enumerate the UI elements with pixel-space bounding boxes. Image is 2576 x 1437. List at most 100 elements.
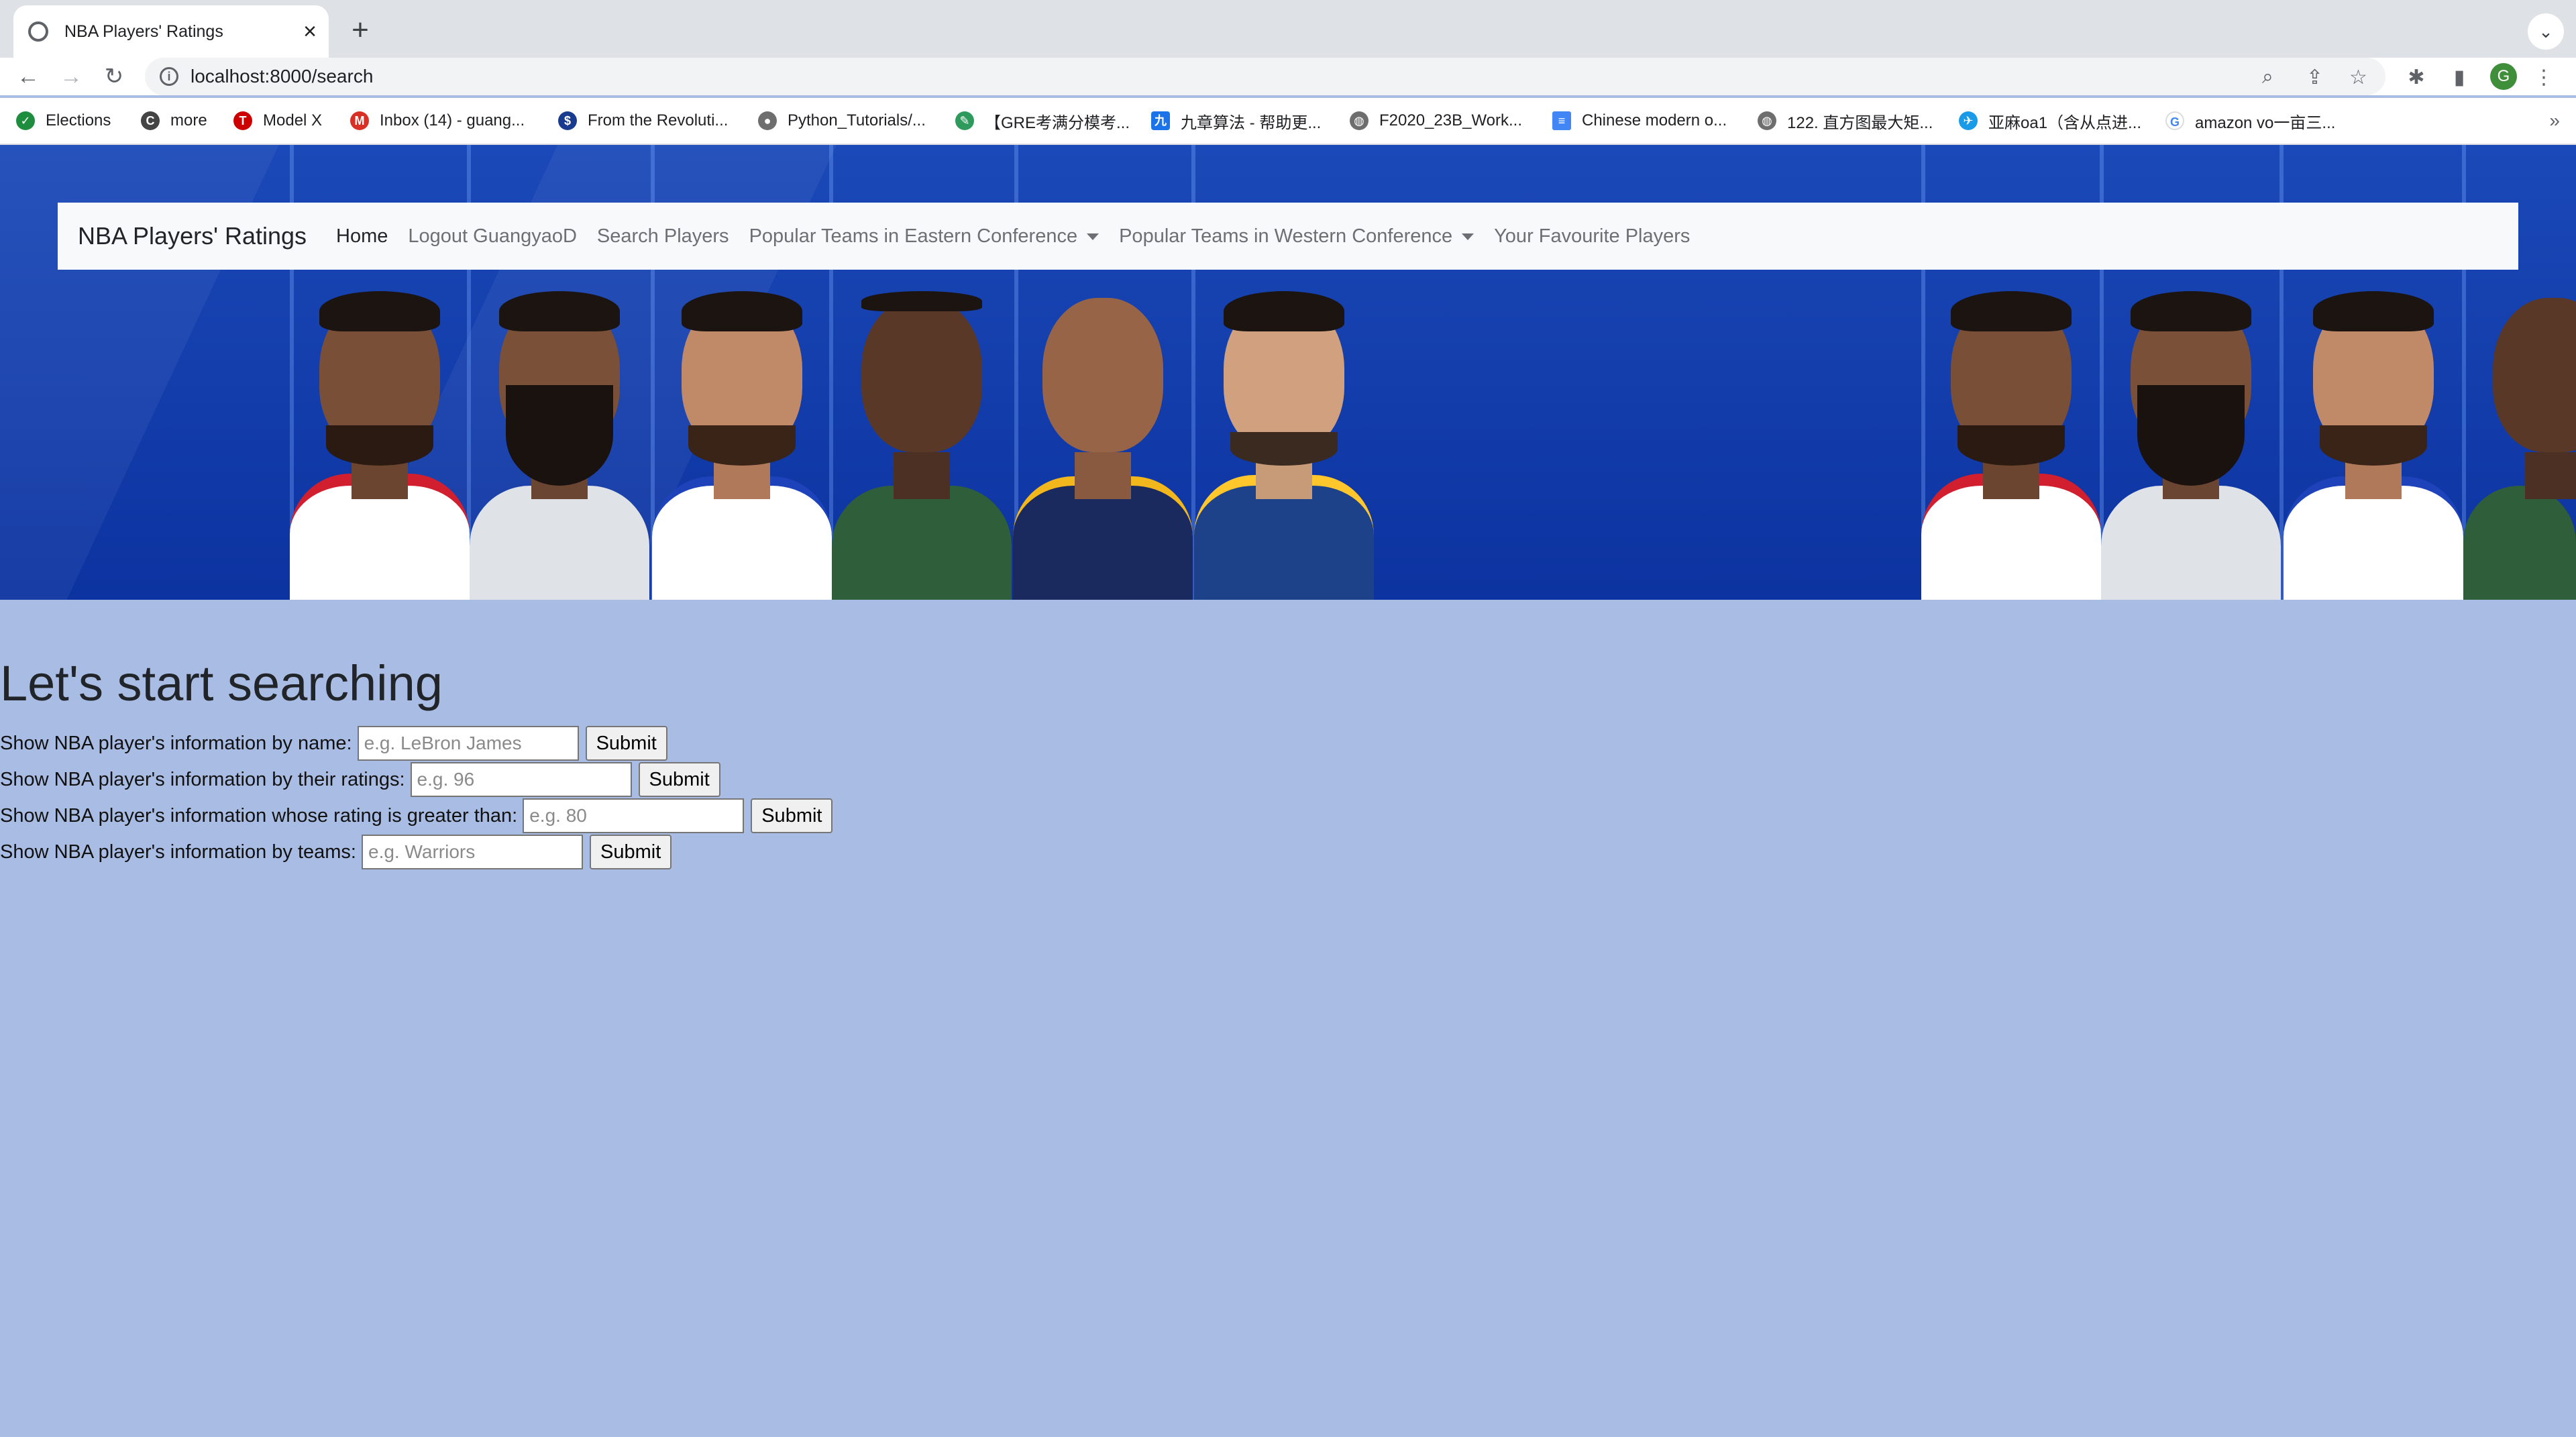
submit-name-button[interactable]: Submit bbox=[585, 726, 667, 761]
site-navbar: NBA Players' Ratings Home Logout Guangya… bbox=[58, 203, 2518, 270]
bookmark-label: 122. 直方图最大矩... bbox=[1787, 113, 1933, 132]
submit-min-rating-button[interactable]: Submit bbox=[751, 798, 833, 833]
bookmark-label: Model X bbox=[263, 111, 323, 129]
new-tab-button[interactable]: + bbox=[342, 12, 378, 48]
search-by-team-label: Show NBA player's information by teams: bbox=[0, 841, 356, 863]
min-rating-input[interactable] bbox=[523, 798, 745, 833]
rating-input[interactable] bbox=[410, 762, 632, 797]
player-portrait bbox=[2101, 271, 2281, 600]
bookmark-item[interactable]: ✓ Elections bbox=[16, 109, 111, 133]
dollar-icon: $ bbox=[558, 111, 577, 130]
player-portrait bbox=[1921, 271, 2101, 600]
player-portrait bbox=[470, 271, 649, 600]
url-text[interactable]: localhost:8000/search bbox=[191, 66, 373, 87]
site-info-icon[interactable]: i bbox=[160, 67, 178, 86]
bookmark-label: 亚麻oa1（含从点进... bbox=[1988, 113, 2142, 132]
bookmark-item[interactable]: ✎ 【GRE考满分模考... bbox=[955, 109, 1130, 133]
bookmarks-bar: ✓ Elections C more T Model X M Inbox (14… bbox=[0, 98, 2576, 145]
forward-icon[interactable]: → bbox=[56, 62, 86, 91]
bookmark-leaf-icon: ✎ bbox=[955, 111, 974, 130]
globe-icon: ◍ bbox=[1758, 111, 1776, 130]
bookmark-label: Chinese modern o... bbox=[1582, 111, 1727, 129]
nav-eastern-label: Popular Teams in Eastern Conference bbox=[749, 225, 1078, 247]
nav-western-label: Popular Teams in Western Conference bbox=[1119, 225, 1453, 247]
search-rating-greater-label: Show NBA player's information whose rati… bbox=[0, 804, 518, 827]
navbar-brand[interactable]: NBA Players' Ratings bbox=[78, 222, 307, 250]
jiuzhang-icon: 九 bbox=[1151, 111, 1170, 130]
browser-tab[interactable]: NBA Players' Ratings × bbox=[13, 5, 329, 58]
browser-toolbar: ← → ↻ i localhost:8000/search ⌕ ⇪ ☆ ✱ ▮ … bbox=[0, 58, 2576, 95]
tab-title: NBA Players' Ratings bbox=[64, 21, 223, 41]
page-title: Let's start searching bbox=[0, 655, 443, 711]
close-tab-icon[interactable]: × bbox=[303, 20, 317, 43]
bookmark-item[interactable]: M Inbox (14) - guang... bbox=[350, 109, 525, 133]
tab-search-button[interactable]: ⌄ bbox=[2528, 13, 2564, 50]
team-input[interactable] bbox=[362, 835, 583, 869]
search-by-rating-label: Show NBA player's information by their r… bbox=[0, 768, 405, 790]
submit-team-button[interactable]: Submit bbox=[590, 835, 672, 869]
bookmark-item[interactable]: 九 九章算法 - 帮助更... bbox=[1151, 109, 1321, 133]
bookmark-item[interactable]: $ From the Revoluti... bbox=[558, 109, 728, 133]
docs-icon: ≡ bbox=[1552, 111, 1571, 130]
submit-rating-button[interactable]: Submit bbox=[638, 762, 720, 797]
search-by-name-form: Show NBA player's information by name: S… bbox=[0, 726, 667, 761]
gmail-icon: M bbox=[350, 111, 369, 130]
bookmark-item[interactable]: T Model X bbox=[233, 109, 322, 133]
bookmark-label: From the Revoluti... bbox=[588, 111, 729, 129]
elections-icon: ✓ bbox=[16, 111, 35, 130]
back-icon[interactable]: ← bbox=[13, 62, 43, 91]
bookmark-label: 【GRE考满分模考... bbox=[985, 113, 1130, 132]
bookmark-label: amazon vo一亩三... bbox=[2195, 113, 2336, 132]
search-by-name-label: Show NBA player's information by name: bbox=[0, 732, 352, 754]
bookmark-star-icon[interactable]: ☆ bbox=[2349, 66, 2367, 89]
nav-western-dropdown[interactable]: Popular Teams in Western Conference bbox=[1119, 225, 1474, 248]
browser-tab-strip: NBA Players' Ratings × + ⌄ bbox=[0, 0, 2576, 58]
menu-icon[interactable]: ⋮ bbox=[2529, 63, 2559, 93]
bird-icon: ✈ bbox=[1959, 111, 1978, 130]
search-rating-greater-form: Show NBA player's information whose rati… bbox=[0, 798, 833, 833]
bookmark-label: Inbox (14) - guang... bbox=[380, 111, 525, 129]
bookmark-item[interactable]: ● Python_Tutorials/... bbox=[758, 109, 926, 133]
player-portrait bbox=[2463, 271, 2576, 600]
name-input[interactable] bbox=[357, 726, 579, 761]
player-portrait bbox=[290, 271, 470, 600]
caret-down-icon bbox=[1462, 233, 1474, 240]
bookmark-item[interactable]: ✈ 亚麻oa1（含从点进... bbox=[1959, 109, 2141, 133]
zoom-icon[interactable]: ⌕ bbox=[2262, 66, 2273, 89]
player-portrait bbox=[1013, 271, 1193, 600]
bookmark-label: F2020_23B_Work... bbox=[1379, 111, 1523, 129]
extensions-icon[interactable]: ✱ bbox=[2402, 63, 2431, 93]
reload-icon[interactable]: ↻ bbox=[99, 62, 129, 91]
nav-home-link[interactable]: Home bbox=[336, 225, 388, 248]
github-icon: ● bbox=[758, 111, 777, 130]
globe-icon: ◍ bbox=[1350, 111, 1368, 130]
nav-logout-link[interactable]: Logout GuangyaoD bbox=[408, 225, 577, 248]
player-portrait bbox=[652, 271, 832, 600]
profile-avatar[interactable]: G bbox=[2490, 63, 2517, 90]
bookmark-item[interactable]: ≡ Chinese modern o... bbox=[1552, 109, 1727, 133]
bookmark-label: more bbox=[170, 111, 207, 129]
side-panel-icon[interactable]: ▮ bbox=[2445, 63, 2474, 93]
search-by-team-form: Show NBA player's information by teams: … bbox=[0, 835, 672, 869]
nav-search-players-link[interactable]: Search Players bbox=[597, 225, 729, 248]
google-icon: G bbox=[2165, 111, 2184, 130]
bookmark-item[interactable]: ◍ F2020_23B_Work... bbox=[1350, 109, 1522, 133]
bookmark-label: Elections bbox=[46, 111, 111, 129]
nav-favourites-link[interactable]: Your Favourite Players bbox=[1494, 225, 1690, 248]
share-icon[interactable]: ⇪ bbox=[2306, 66, 2323, 89]
bookmark-item[interactable]: ◍ 122. 直方图最大矩... bbox=[1758, 109, 1933, 133]
address-bar[interactable]: i localhost:8000/search ⌕ ⇪ ☆ bbox=[145, 58, 2385, 95]
bookmark-item[interactable]: C more bbox=[141, 109, 207, 133]
player-portrait bbox=[2284, 271, 2463, 600]
bookmark-label: 九章算法 - 帮助更... bbox=[1181, 113, 1322, 132]
player-portrait bbox=[832, 271, 1012, 600]
tesla-icon: T bbox=[233, 111, 252, 130]
bookmark-item[interactable]: G amazon vo一亩三... bbox=[2165, 109, 2335, 133]
more-bookmarks-icon[interactable]: » bbox=[2549, 110, 2560, 131]
player-portrait bbox=[1194, 271, 1374, 600]
nav-eastern-dropdown[interactable]: Popular Teams in Eastern Conference bbox=[749, 225, 1099, 248]
co-icon: C bbox=[141, 111, 160, 130]
bookmark-label: Python_Tutorials/... bbox=[788, 111, 926, 129]
globe-icon bbox=[28, 21, 48, 42]
caret-down-icon bbox=[1087, 233, 1099, 240]
